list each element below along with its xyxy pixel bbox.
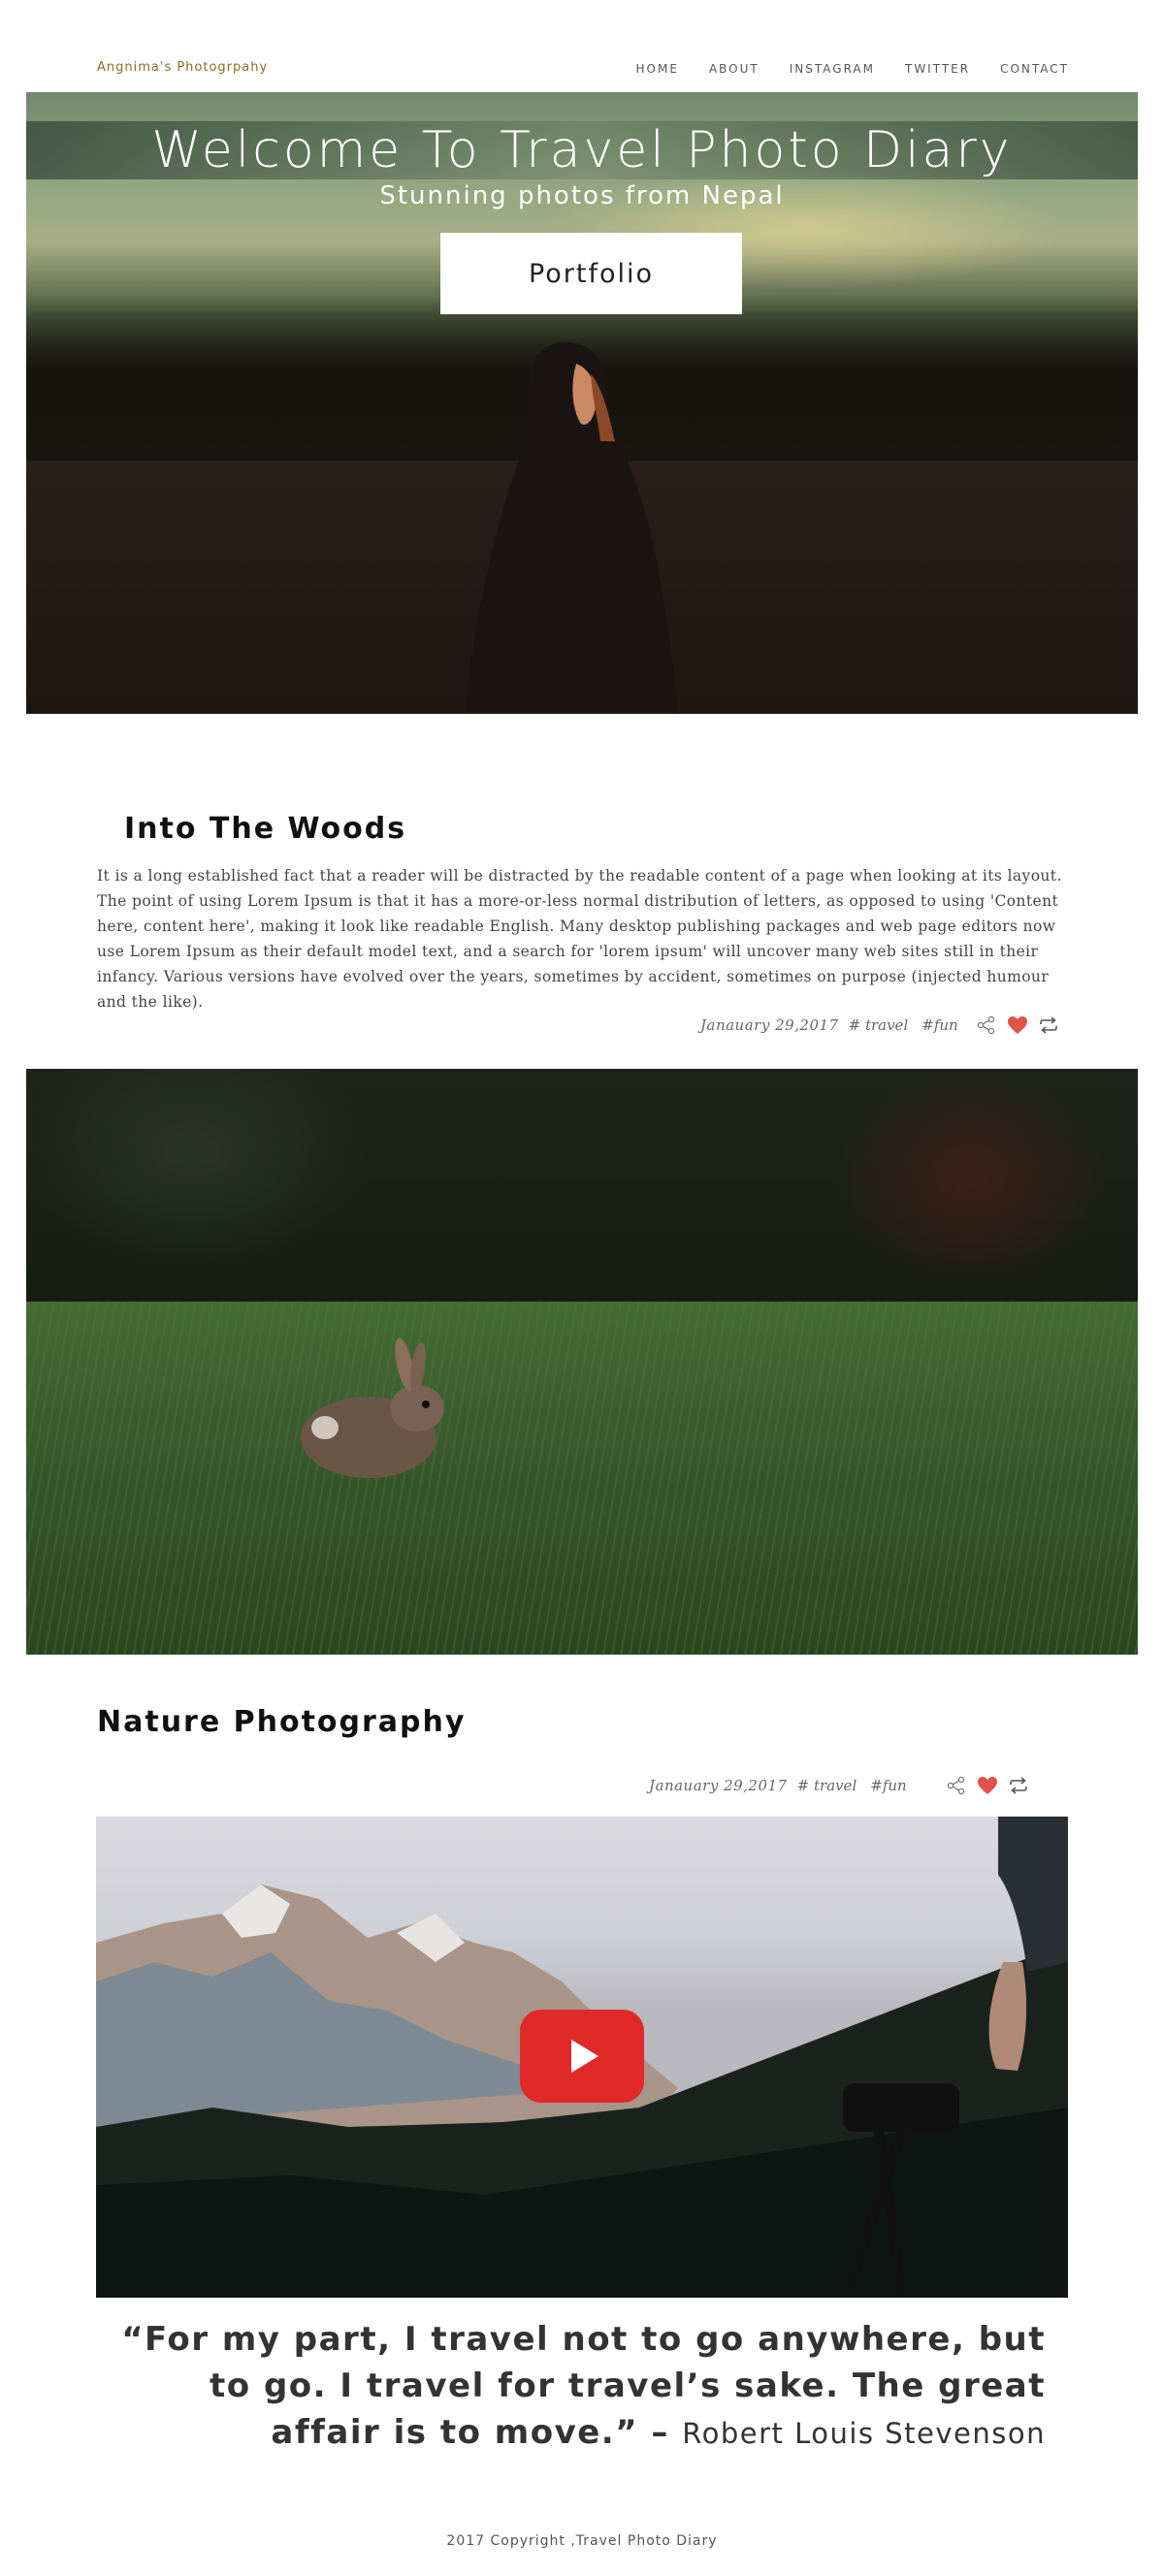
post-title-into-the-woods[interactable]: Into The Woods bbox=[124, 812, 406, 846]
hero-subtitle: Stunning photos from Nepal bbox=[379, 181, 785, 210]
quote-block: “For my part, I travel not to go anywher… bbox=[97, 2316, 1046, 2457]
hero-title: Welcome To Travel Photo Diary bbox=[151, 121, 1013, 179]
rabbit-photo bbox=[26, 1069, 1138, 1655]
portfolio-button[interactable]: Portfolio bbox=[440, 233, 742, 314]
post-actions bbox=[946, 1775, 1029, 1796]
share-icon[interactable] bbox=[946, 1775, 967, 1796]
rabbit-photo-grass bbox=[26, 1302, 1138, 1655]
nav-instagram[interactable]: INSTAGRAM bbox=[790, 62, 875, 76]
nav-contact[interactable]: CONTACT bbox=[1000, 62, 1069, 76]
heart-icon[interactable] bbox=[977, 1775, 998, 1796]
post-actions bbox=[976, 1014, 1059, 1036]
post-title-nature-photography[interactable]: Nature Photography bbox=[97, 1705, 466, 1739]
share-icon[interactable] bbox=[976, 1014, 997, 1036]
repost-icon[interactable] bbox=[1038, 1014, 1059, 1036]
post-body: It is a long established fact that a rea… bbox=[97, 867, 1062, 1011]
hero-banner: Welcome To Travel Photo Diary Stunning p… bbox=[26, 92, 1138, 714]
rabbit-illustration bbox=[301, 1337, 444, 1478]
post-date: Janauary 29,2017 bbox=[649, 1777, 788, 1794]
video-player[interactable] bbox=[96, 1817, 1068, 2298]
tag-travel[interactable]: # travel bbox=[849, 1016, 909, 1034]
nav-twitter[interactable]: TWITTER bbox=[905, 62, 970, 76]
repost-icon[interactable] bbox=[1008, 1775, 1029, 1796]
main-nav: HOME ABOUT INSTAGRAM TWITTER CONTACT bbox=[636, 62, 1069, 76]
post-meta: Janauary 29,2017 # travel #fun bbox=[700, 1014, 1059, 1036]
footer-copyright: 2017 Copyright ,Travel Photo Diary bbox=[446, 2533, 718, 2549]
post-meta: Janauary 29,2017 # travel #fun bbox=[649, 1775, 1029, 1796]
heart-icon[interactable] bbox=[1007, 1014, 1028, 1036]
nav-home[interactable]: HOME bbox=[636, 62, 679, 76]
play-icon[interactable] bbox=[520, 2010, 644, 2103]
tag-travel[interactable]: # travel bbox=[797, 1777, 857, 1794]
tag-fun[interactable]: #fun bbox=[870, 1777, 906, 1794]
hero-person-silhouette bbox=[465, 341, 678, 714]
quote-author: Robert Louis Stevenson bbox=[682, 2417, 1046, 2450]
post-date: Janauary 29,2017 bbox=[700, 1016, 839, 1034]
site-brand[interactable]: Angnima's Photogrpahy bbox=[97, 60, 268, 75]
nav-about[interactable]: ABOUT bbox=[709, 62, 760, 76]
tag-fun[interactable]: #fun bbox=[922, 1016, 957, 1034]
